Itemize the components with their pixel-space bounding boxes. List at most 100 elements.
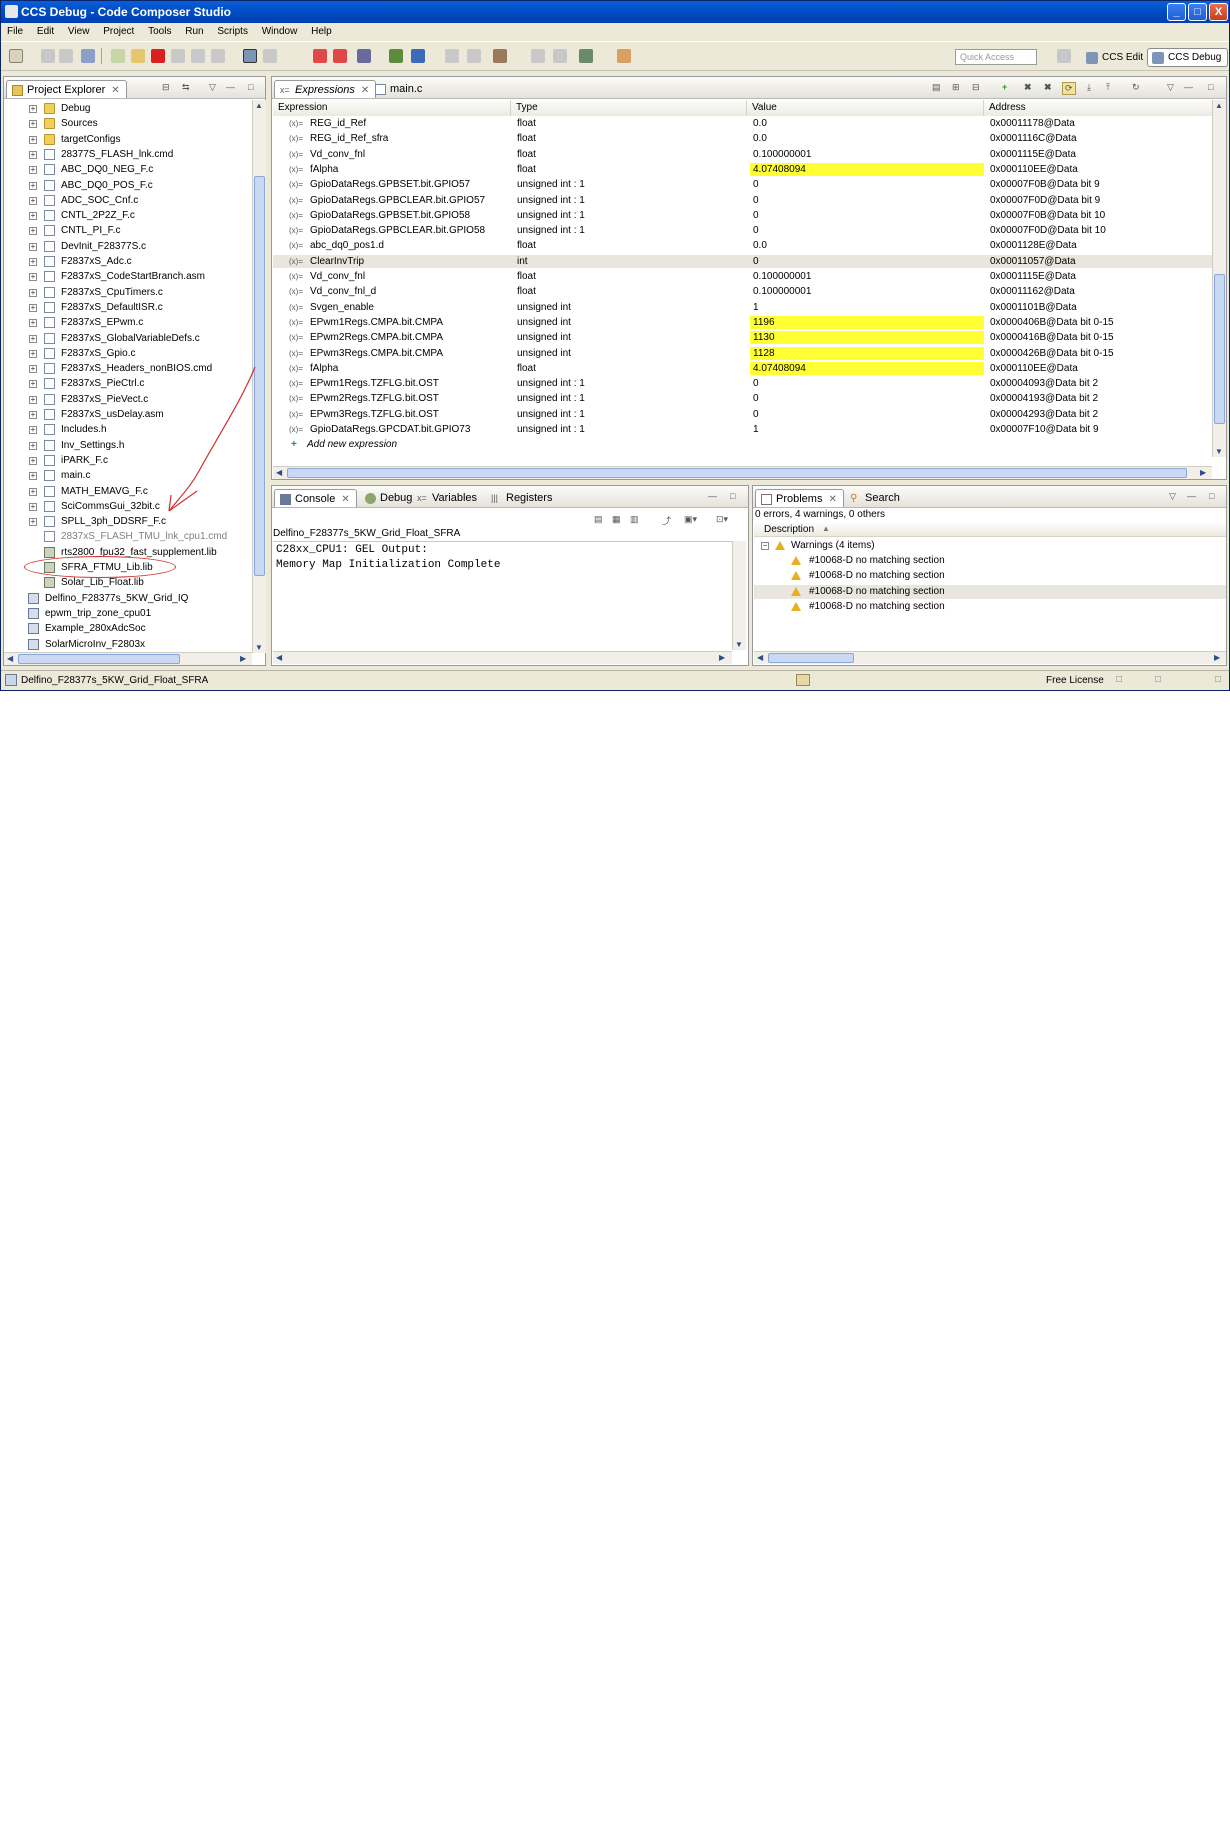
column-expression[interactable]: Expression [273, 100, 511, 116]
tree-item[interactable]: + CNTL_2P2Z_F.c [4, 209, 252, 222]
expand-icon[interactable]: + [29, 472, 37, 481]
collapse-icon[interactable]: − [761, 542, 769, 550]
expression-row[interactable]: (x)= Vd_conv_fnl float 0.100000001 0x0001115… [273, 148, 1213, 161]
expression-row[interactable]: (x)= ClearInvTrip int 0 0x00011057@Data [273, 254, 1213, 268]
expand-icon[interactable]: + [29, 258, 37, 266]
expressions-vertical-scrollbar[interactable]: ▲ ▼ [1212, 100, 1226, 457]
tree-item[interactable]: + ABC_DQ0_POS_F.c [4, 179, 252, 192]
expression-row[interactable]: (x)= GpioDataRegs.GPBSET.bit.GPIO57 unsign… [273, 178, 1213, 191]
pin-console-icon[interactable]: ⤴ [662, 514, 671, 527]
project-item[interactable]: Delfino_F28377s_5KW_Grid_IQ [4, 592, 252, 605]
external-tools-icon[interactable] [617, 49, 631, 63]
scroll-right-icon[interactable]: ▶ [719, 653, 725, 662]
cell-value[interactable]: 0 [750, 377, 984, 390]
build-icon[interactable] [493, 49, 507, 63]
step-into-icon[interactable] [171, 49, 185, 63]
expression-row[interactable]: (x)= EPwm2Regs.TZFLG.bit.OST unsigned int … [273, 392, 1213, 405]
project-item[interactable]: Example_280xAdcSoc [4, 622, 252, 635]
perspective-ccs-debug[interactable]: CCS Debug [1147, 48, 1229, 67]
quick-access-input[interactable]: Quick Access [955, 49, 1037, 65]
problem-item[interactable]: #10068-D no matching section [754, 600, 1226, 614]
breakpoint-icon[interactable] [313, 49, 327, 63]
menu-edit[interactable]: Edit [31, 23, 59, 37]
tab-main-c[interactable]: main.c [370, 80, 428, 98]
clear-console-icon[interactable]: ▤ [594, 514, 603, 525]
expand-icon[interactable]: + [29, 135, 37, 144]
problems-horizontal-scrollbar[interactable]: ◀ ▶ [754, 651, 1226, 664]
close-icon[interactable]: ✕ [828, 494, 836, 505]
tree-item[interactable]: +28377S_FLASH_lnk.cmd [4, 148, 252, 161]
console-horizontal-scrollbar[interactable]: ◀ ▶ [273, 651, 732, 664]
cell-value[interactable]: 0.0 [750, 132, 984, 145]
tree-item[interactable]: + ABC_DQ0_NEG_F.c [4, 163, 252, 176]
expand-icon[interactable]: + [29, 380, 37, 389]
cell-value[interactable]: 0.100000001 [750, 148, 984, 161]
cell-value[interactable]: 1128 [750, 346, 984, 360]
disconnect-icon[interactable] [263, 49, 277, 63]
tree-item[interactable]: + F2837xS_Gpio.c [4, 347, 252, 360]
import-icon[interactable]: ⤓ [1087, 82, 1091, 93]
expression-row[interactable]: (x)= Svgen_enable unsigned int 1 0x0001101B@… [273, 301, 1213, 314]
cell-value[interactable]: 0 [750, 178, 984, 191]
tree-item[interactable]: Solar_Lib_Float.lib [4, 576, 252, 589]
expression-row[interactable]: (x)= GpioDataRegs.GPBCLEAR.bit.GPIO57 unsi… [273, 194, 1213, 207]
cell-value[interactable]: 0 [750, 408, 984, 421]
step-return-icon[interactable] [211, 49, 225, 63]
tree-item[interactable]: + DevInit_F28377S.c [4, 240, 252, 253]
tab-variables[interactable]: x= Variables [412, 489, 483, 507]
assembly-step-icon[interactable] [445, 49, 459, 63]
expand-icon[interactable]: + [29, 273, 37, 282]
scroll-left-icon[interactable]: ◀ [276, 653, 282, 662]
expression-row[interactable]: (x)= fAlpha float 4.07408094 0x000110EE@Data [273, 162, 1213, 176]
maximize-view-icon[interactable]: □ [248, 82, 253, 92]
expression-row[interactable]: (x)= EPwm1Regs.CMPA.bit.CMPA unsigned int 1… [273, 315, 1213, 329]
restart-icon[interactable] [411, 49, 425, 63]
view-menu-icon[interactable]: ▽ [209, 82, 216, 93]
add-expression-icon[interactable]: + [1002, 82, 1007, 92]
expression-row[interactable]: (x)= fAlpha float 4.07408094 0x000110EE@Data [273, 361, 1213, 375]
tree-item[interactable]: + F2837xS_EPwm.c [4, 316, 252, 329]
expand-icon[interactable]: + [29, 334, 37, 343]
show-type-icon[interactable]: ▤ [932, 82, 941, 93]
close-icon[interactable]: ✕ [341, 494, 349, 505]
expand-icon[interactable]: + [29, 502, 37, 511]
remove-expression-icon[interactable]: ✖ [1024, 82, 1032, 93]
cell-value[interactable]: 4.07408094 [750, 361, 984, 375]
scroll-down-icon[interactable]: ▼ [255, 643, 263, 652]
expand-icon[interactable]: + [29, 181, 37, 190]
cell-value[interactable]: 0 [750, 255, 984, 268]
scroll-thumb[interactable] [768, 653, 854, 663]
tab-project-explorer[interactable]: Project Explorer ✕ [6, 80, 127, 98]
cell-value[interactable]: 0 [750, 209, 984, 222]
tree-item[interactable]: + CNTL_PI_F.c [4, 224, 252, 237]
scroll-right-icon[interactable]: ▶ [1214, 653, 1220, 662]
tree-item[interactable]: 2837xS_FLASH_TMU_lnk_cpu1.cmd [4, 530, 252, 543]
tab-search[interactable]: ⚲ Search [845, 489, 906, 507]
menu-view[interactable]: View [62, 23, 95, 37]
remove-all-icon[interactable]: ✖ [1044, 82, 1052, 93]
scroll-left-icon[interactable]: ◀ [276, 468, 282, 477]
collapse-all-icon[interactable]: ⊟ [162, 82, 170, 93]
step-over-icon[interactable] [191, 49, 205, 63]
expression-row[interactable]: (x)= GpioDataRegs.GPCDAT.bit.GPIO73 unsign… [273, 423, 1213, 436]
menu-window[interactable]: Window [256, 23, 303, 37]
expand-icon[interactable]: + [29, 105, 37, 113]
scroll-lock-icon[interactable]: ▦ [612, 514, 621, 525]
expression-row[interactable]: (x)= GpioDataRegs.GPBCLEAR.bit.GPIO58 unsi… [273, 224, 1213, 237]
tree-item[interactable]: + Sources [4, 117, 252, 130]
expand-icon[interactable]: + [29, 349, 37, 358]
menu-run[interactable]: Run [179, 23, 208, 37]
expand-icon[interactable]: + [29, 426, 37, 435]
expand-icon[interactable]: + [29, 441, 37, 450]
save-all-icon[interactable] [59, 49, 73, 63]
add-new-expression-row[interactable]: + Add new expression [273, 438, 1213, 451]
expand-icon[interactable]: + [29, 212, 37, 221]
expand-icon[interactable]: + [29, 319, 37, 328]
expand-icon[interactable]: + [29, 395, 37, 404]
perspective-ccs-edit[interactable]: CCS Edit [1081, 48, 1150, 67]
debug-config-icon[interactable] [579, 49, 593, 63]
assembly-step-over-icon[interactable] [467, 49, 481, 63]
tree-item[interactable]: + F2837xS_DefaultISR.c [4, 301, 252, 314]
cell-value[interactable]: 0 [750, 224, 984, 237]
open-console-icon[interactable]: ⊡▾ [716, 514, 728, 525]
